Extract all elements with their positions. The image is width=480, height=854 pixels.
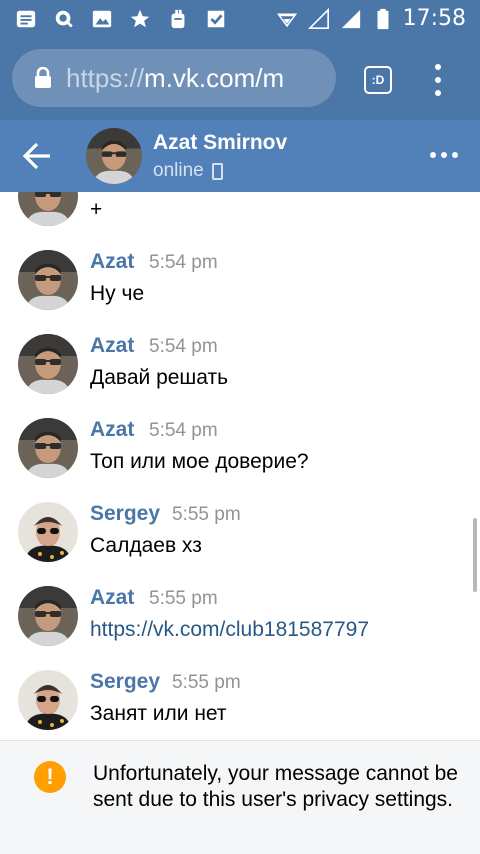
message-avatar[interactable] xyxy=(18,250,78,310)
check-icon xyxy=(204,7,228,31)
back-arrow-icon[interactable] xyxy=(22,142,52,170)
chat-header: Azat Smirnov online xyxy=(0,120,480,192)
message-item[interactable]: Azat 5:54 pm Ну че xyxy=(0,238,480,322)
message-list[interactable]: + Azat 5:54 pm Ну че Azat 5:54 pm Давай решать… xyxy=(0,192,480,740)
message-time: 5:55 pm xyxy=(172,504,241,525)
address-bar[interactable]: https://m.vk.com/m xyxy=(12,49,336,107)
message-author[interactable]: Azat xyxy=(90,586,134,610)
message-time: 5:54 pm xyxy=(149,252,218,273)
message-time: 5:54 pm xyxy=(149,336,218,357)
browser-toolbar: https://m.vk.com/m :D xyxy=(0,38,480,120)
message-avatar[interactable] xyxy=(18,670,78,730)
clock: 17:58 xyxy=(402,6,466,31)
message-item[interactable]: Azat 5:54 pm Топ или мое доверие? xyxy=(0,406,480,490)
status-text: online xyxy=(153,160,204,181)
message-item[interactable]: Azat 5:55 pm https://vk.com/club181587797 xyxy=(0,574,480,658)
message-icon xyxy=(14,7,38,31)
status-bar: 17:58 xyxy=(0,0,480,38)
message-text: Занят или нет xyxy=(90,702,227,725)
message-item[interactable]: Sergey 5:55 pm Салдаев хз xyxy=(0,490,480,574)
message-author[interactable]: Azat xyxy=(90,250,134,274)
wifi-icon xyxy=(275,7,299,31)
header-avatar[interactable] xyxy=(86,128,142,184)
message-avatar[interactable] xyxy=(18,192,78,226)
mobile-icon xyxy=(211,162,223,180)
warning-icon: ! xyxy=(34,761,66,793)
message-avatar[interactable] xyxy=(18,418,78,478)
message-author[interactable]: Sergey xyxy=(90,502,160,526)
browser-menu-icon[interactable] xyxy=(428,64,448,96)
bug-icon xyxy=(166,7,190,31)
message-author[interactable]: Azat xyxy=(90,418,134,442)
contact-status: online xyxy=(153,160,223,182)
message-text: + xyxy=(90,198,103,221)
message-time: 5:55 pm xyxy=(149,588,218,609)
tabs-button[interactable]: :D xyxy=(364,66,392,94)
message-text: Салдаев хз xyxy=(90,534,202,557)
image-icon xyxy=(90,7,114,31)
message-text: Топ или мое доверие? xyxy=(90,450,309,473)
message-item[interactable]: + xyxy=(0,192,480,238)
message-avatar[interactable] xyxy=(18,586,78,646)
message-link[interactable]: https://vk.com/club181587797 xyxy=(90,618,369,642)
search-icon xyxy=(52,7,76,31)
notice-text: Unfortunately, your message cannot be se… xyxy=(93,762,458,811)
contact-name[interactable]: Azat Smirnov xyxy=(153,131,287,155)
message-text: Ну че xyxy=(90,282,145,305)
url-host: m.vk.com/m xyxy=(144,62,285,93)
message-item[interactable]: Sergey 5:55 pm Занят или нет xyxy=(0,658,480,740)
message-time: 5:54 pm xyxy=(149,420,218,441)
signal-icon xyxy=(339,7,363,31)
privacy-notice: ! Unfortunately, your message cannot be … xyxy=(0,740,480,854)
message-time: 5:55 pm xyxy=(172,672,241,693)
star-icon xyxy=(128,7,152,31)
message-author[interactable]: Sergey xyxy=(90,670,160,694)
message-avatar[interactable] xyxy=(18,502,78,562)
message-avatar[interactable] xyxy=(18,334,78,394)
url-text: https://m.vk.com/m xyxy=(66,63,284,94)
message-text: Давай решать xyxy=(90,366,229,389)
lock-icon xyxy=(35,67,51,88)
message-item[interactable]: Azat 5:54 pm Давай решать xyxy=(0,322,480,406)
message-author[interactable]: Azat xyxy=(90,334,134,358)
url-scheme: https:// xyxy=(66,62,145,93)
scrollbar[interactable] xyxy=(473,518,477,592)
more-icon[interactable] xyxy=(430,152,458,158)
battery-icon xyxy=(371,7,395,31)
signal-icon xyxy=(307,7,331,31)
